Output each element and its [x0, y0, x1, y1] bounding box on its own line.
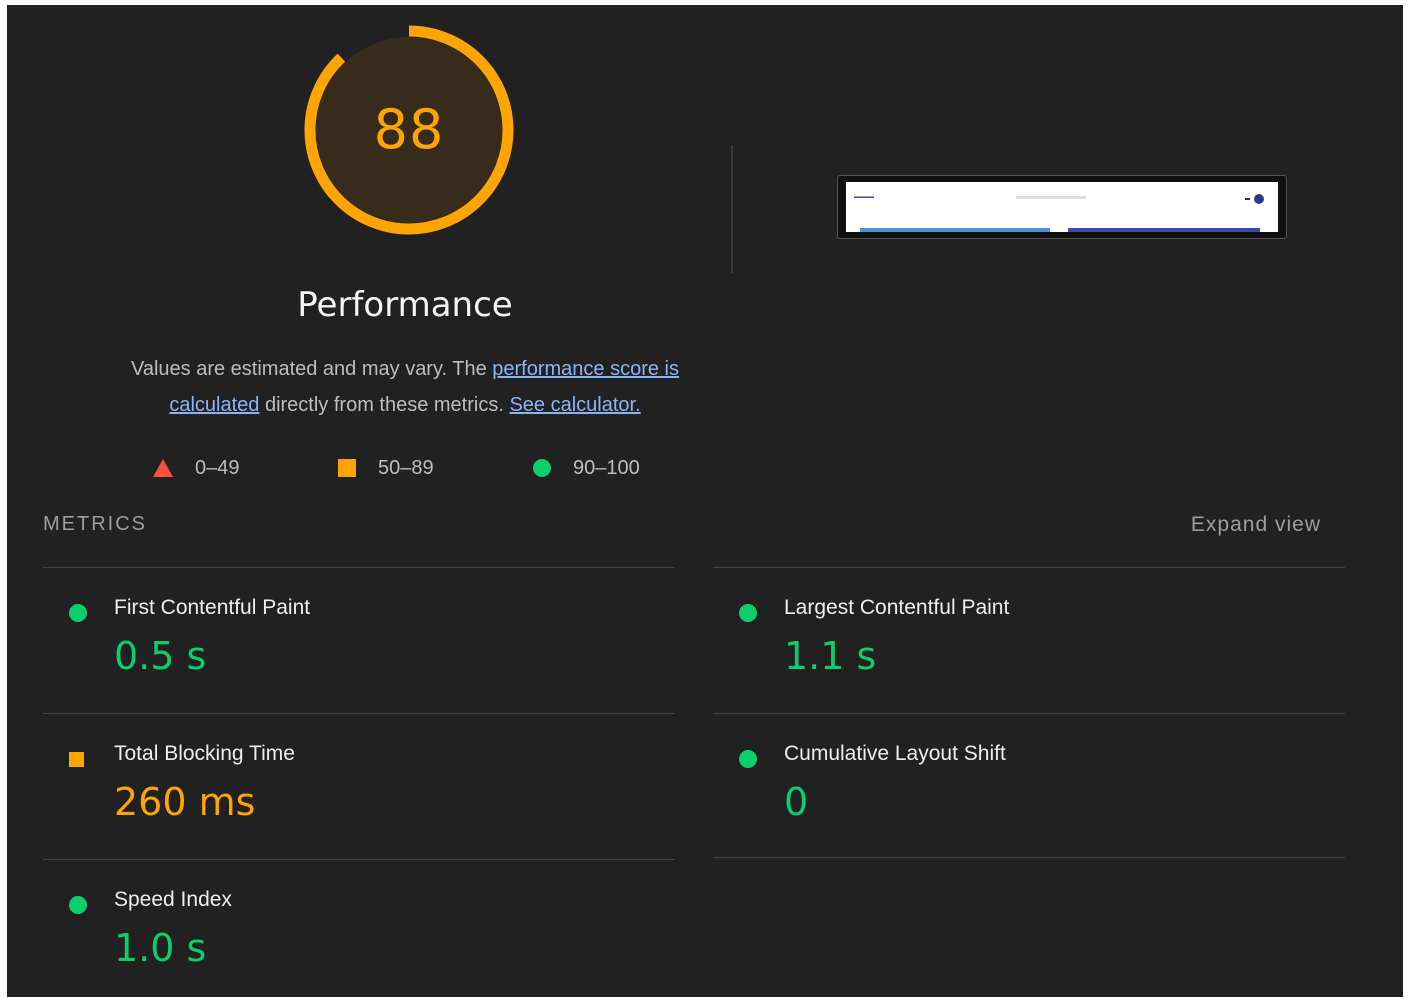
circle-icon	[533, 459, 551, 477]
description-text: directly from these metrics.	[259, 394, 510, 416]
pass-circle-icon	[69, 604, 87, 622]
legend-range: 90–100	[573, 456, 640, 479]
metric-value: 260 ms	[114, 780, 256, 824]
gauge-title: Performance	[297, 285, 513, 325]
lighthouse-report-panel: 88 Performance Values are estimated and …	[7, 5, 1403, 997]
metric-speed-index: Speed Index 1.0 s	[43, 860, 675, 997]
thumbnail-menu-icon	[1245, 198, 1250, 200]
legend-range: 0–49	[195, 456, 240, 479]
metric-title: Speed Index	[114, 888, 232, 911]
thumbnail-search-bar	[1016, 196, 1086, 199]
metric-value: 1.1 s	[784, 634, 877, 678]
metric-first-contentful-paint: First Contentful Paint 0.5 s	[43, 568, 675, 714]
thumbnail-bar	[860, 228, 1050, 232]
metric-value: 1.0 s	[114, 926, 207, 970]
metric-title: Largest Contentful Paint	[784, 596, 1010, 619]
legend-range: 50–89	[378, 456, 434, 479]
metric-value: 0	[784, 780, 809, 824]
metric-largest-contentful-paint: Largest Contentful Paint 1.1 s	[713, 568, 1345, 714]
pass-circle-icon	[739, 750, 757, 768]
metric-title: Cumulative Layout Shift	[784, 742, 1006, 765]
average-square-icon	[69, 752, 84, 767]
metric-total-blocking-time: Total Blocking Time 260 ms	[43, 714, 675, 860]
pass-circle-icon	[739, 604, 757, 622]
metrics-heading: METRICS	[43, 513, 147, 535]
see-calculator-link[interactable]: See calculator.	[509, 394, 640, 416]
thumbnail-logo: ▬▬▬▬	[854, 194, 874, 200]
metric-cumulative-layout-shift: Cumulative Layout Shift 0	[713, 714, 1345, 860]
legend-item-fail: 0–49	[153, 455, 240, 481]
thumbnail-avatar-icon	[1254, 194, 1264, 204]
vertical-divider	[731, 145, 733, 273]
triangle-icon	[153, 459, 173, 477]
pass-circle-icon	[69, 896, 87, 914]
screenshot-image: ▬▬▬▬	[846, 182, 1278, 232]
thumbnail-bar	[1068, 228, 1260, 232]
expand-view-button[interactable]: Expand view	[1191, 513, 1321, 537]
metric-title: Total Blocking Time	[114, 742, 295, 765]
square-icon	[338, 459, 356, 477]
legend-item-average: 50–89	[338, 455, 434, 481]
score-description: Values are estimated and may vary. The p…	[103, 351, 707, 423]
legend-item-pass: 90–100	[533, 455, 640, 481]
metric-title: First Contentful Paint	[114, 596, 311, 619]
metric-value: 0.5 s	[114, 634, 207, 678]
gauge-score: 88	[373, 98, 445, 161]
performance-gauge[interactable]: 88	[301, 22, 517, 238]
final-screenshot-thumbnail[interactable]: ▬▬▬▬	[837, 175, 1287, 239]
description-text: Values are estimated and may vary. The	[130, 358, 493, 380]
